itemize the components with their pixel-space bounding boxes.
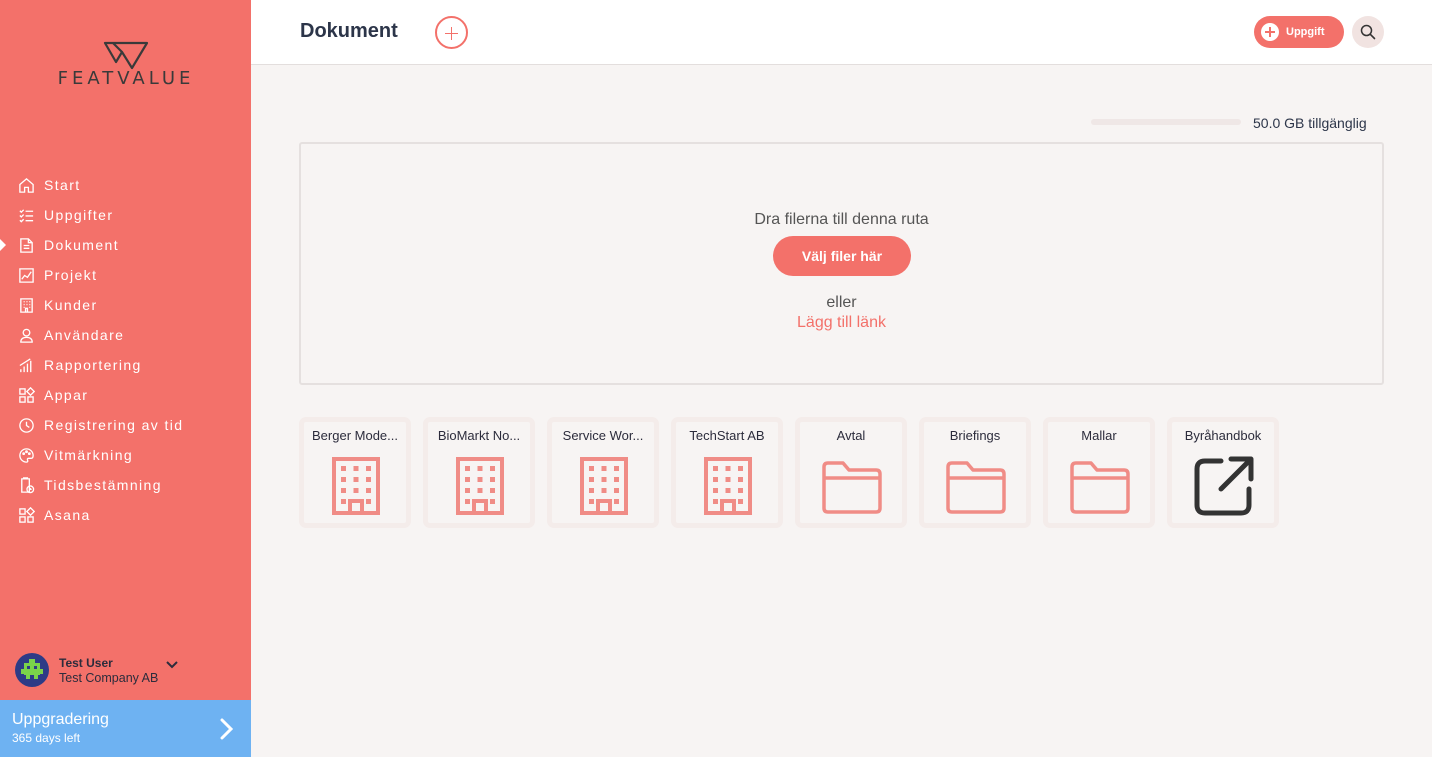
- choose-files-button[interactable]: Välj filer här: [773, 236, 911, 276]
- sidebar-item-vitmarkning[interactable]: Vitmärkning: [0, 440, 251, 470]
- folder-tile[interactable]: Mallar: [1043, 417, 1155, 528]
- apps-icon: [17, 506, 35, 524]
- sidebar-item-anvandare[interactable]: Användare: [0, 320, 251, 350]
- sidebar-item-label: Asana: [44, 507, 91, 523]
- folder-tile[interactable]: TechStart AB: [671, 417, 783, 528]
- building-icon: [456, 457, 504, 515]
- search-button[interactable]: [1352, 16, 1384, 48]
- building-icon: [704, 457, 752, 515]
- plus-icon: [1261, 23, 1279, 41]
- tile-name: Service Wor...: [562, 428, 644, 443]
- building-icon: [17, 296, 35, 314]
- folder-tile[interactable]: Service Wor...: [547, 417, 659, 528]
- sidebar-item-tidsbestamning[interactable]: Tidsbestämning: [0, 470, 251, 500]
- chevron-right-icon: [220, 718, 234, 740]
- sidebar-item-label: Projekt: [44, 267, 98, 283]
- storage-bar: [1091, 119, 1241, 125]
- tile-name: TechStart AB: [689, 428, 765, 443]
- sidebar: FEATVALUE Start Uppgifter Dokument Proje…: [0, 0, 251, 757]
- sidebar-item-projekt[interactable]: Projekt: [0, 260, 251, 290]
- add-link-button[interactable]: Lägg till länk: [301, 314, 1382, 332]
- folder-grid: Berger Mode... BioMarkt No... Service Wo…: [299, 417, 1291, 528]
- upgrade-days-left: 365 days left: [12, 731, 81, 745]
- sidebar-item-registrering[interactable]: Registrering av tid: [0, 410, 251, 440]
- avatar: [15, 653, 49, 687]
- add-document-button[interactable]: [435, 16, 468, 49]
- folder-tile[interactable]: Berger Mode...: [299, 417, 411, 528]
- folder-tile[interactable]: Briefings: [919, 417, 1031, 528]
- sidebar-item-dokument[interactable]: Dokument: [0, 230, 251, 260]
- checklist-icon: [17, 206, 35, 224]
- folder-tile[interactable]: BioMarkt No...: [423, 417, 535, 528]
- building-icon: [580, 457, 628, 515]
- sidebar-item-label: Vitmärkning: [44, 447, 134, 463]
- sidebar-item-appar[interactable]: Appar: [0, 380, 251, 410]
- timer-icon: [17, 476, 35, 494]
- page-title: Dokument: [300, 20, 398, 42]
- tile-name: Byråhandbok: [1184, 428, 1262, 443]
- building-icon: [332, 457, 380, 515]
- add-task-label: Uppgift: [1286, 26, 1325, 38]
- add-task-button[interactable]: Uppgift: [1254, 16, 1344, 48]
- avatar-icon: [21, 659, 43, 679]
- home-icon: [17, 176, 35, 194]
- sidebar-item-label: Rapportering: [44, 357, 142, 373]
- top-header: Dokument Uppgift: [251, 0, 1432, 65]
- sidebar-item-label: Uppgifter: [44, 207, 114, 223]
- chart-icon: [17, 266, 35, 284]
- document-icon: [17, 236, 35, 254]
- sidebar-item-label: Tidsbestämning: [44, 477, 162, 493]
- tile-name: Mallar: [1081, 428, 1117, 443]
- sidebar-item-kunder[interactable]: Kunder: [0, 290, 251, 320]
- clock-icon: [17, 416, 35, 434]
- sidebar-item-label: Dokument: [44, 237, 120, 253]
- folder-icon: [822, 461, 882, 514]
- bars-icon: [17, 356, 35, 374]
- sidebar-item-uppgifter[interactable]: Uppgifter: [0, 200, 251, 230]
- sidebar-item-label: Registrering av tid: [44, 417, 184, 433]
- palette-icon: [17, 446, 35, 464]
- upgrade-title: Uppgradering: [12, 711, 109, 728]
- tile-name: Berger Mode...: [312, 428, 398, 443]
- folder-icon: [1070, 461, 1130, 514]
- sidebar-item-label: Appar: [44, 387, 89, 403]
- sidebar-item-asana[interactable]: Asana: [0, 500, 251, 530]
- folder-icon: [946, 461, 1006, 514]
- sidebar-item-start[interactable]: Start: [0, 170, 251, 200]
- folder-tile[interactable]: Avtal: [795, 417, 907, 528]
- sidebar-nav: Start Uppgifter Dokument Projekt Kunder …: [0, 170, 251, 530]
- brand-logo[interactable]: FEATVALUE: [40, 40, 212, 90]
- user-name: Test User: [59, 655, 113, 670]
- sidebar-item-label: Användare: [44, 327, 125, 343]
- sidebar-item-label: Start: [44, 177, 81, 193]
- link-tile[interactable]: Byråhandbok: [1167, 417, 1279, 528]
- brand-name: FEATVALUE: [57, 68, 195, 89]
- tile-name: BioMarkt No...: [437, 428, 521, 443]
- or-text: eller: [826, 294, 857, 311]
- storage-available: 50.0 GB tillgänglig: [1253, 115, 1367, 131]
- sidebar-item-rapportering[interactable]: Rapportering: [0, 350, 251, 380]
- chevron-down-icon[interactable]: [166, 661, 179, 669]
- user-icon: [17, 326, 35, 344]
- search-icon: [1360, 24, 1376, 40]
- user-menu[interactable]: Test User Test Company AB: [15, 652, 235, 688]
- user-company: Test Company AB: [59, 670, 159, 685]
- drop-instruction: Dra filerna till denna ruta: [754, 211, 929, 228]
- external-link-icon: [1194, 456, 1254, 516]
- tile-name: Briefings: [949, 428, 1001, 443]
- sidebar-item-label: Kunder: [44, 297, 98, 313]
- apps-icon: [17, 386, 35, 404]
- upgrade-banner[interactable]: Uppgradering 365 days left: [0, 700, 251, 757]
- logo-mark-icon: [103, 41, 149, 70]
- file-dropzone[interactable]: Dra filerna till denna ruta Välj filer h…: [299, 142, 1384, 385]
- tile-name: Avtal: [836, 428, 866, 443]
